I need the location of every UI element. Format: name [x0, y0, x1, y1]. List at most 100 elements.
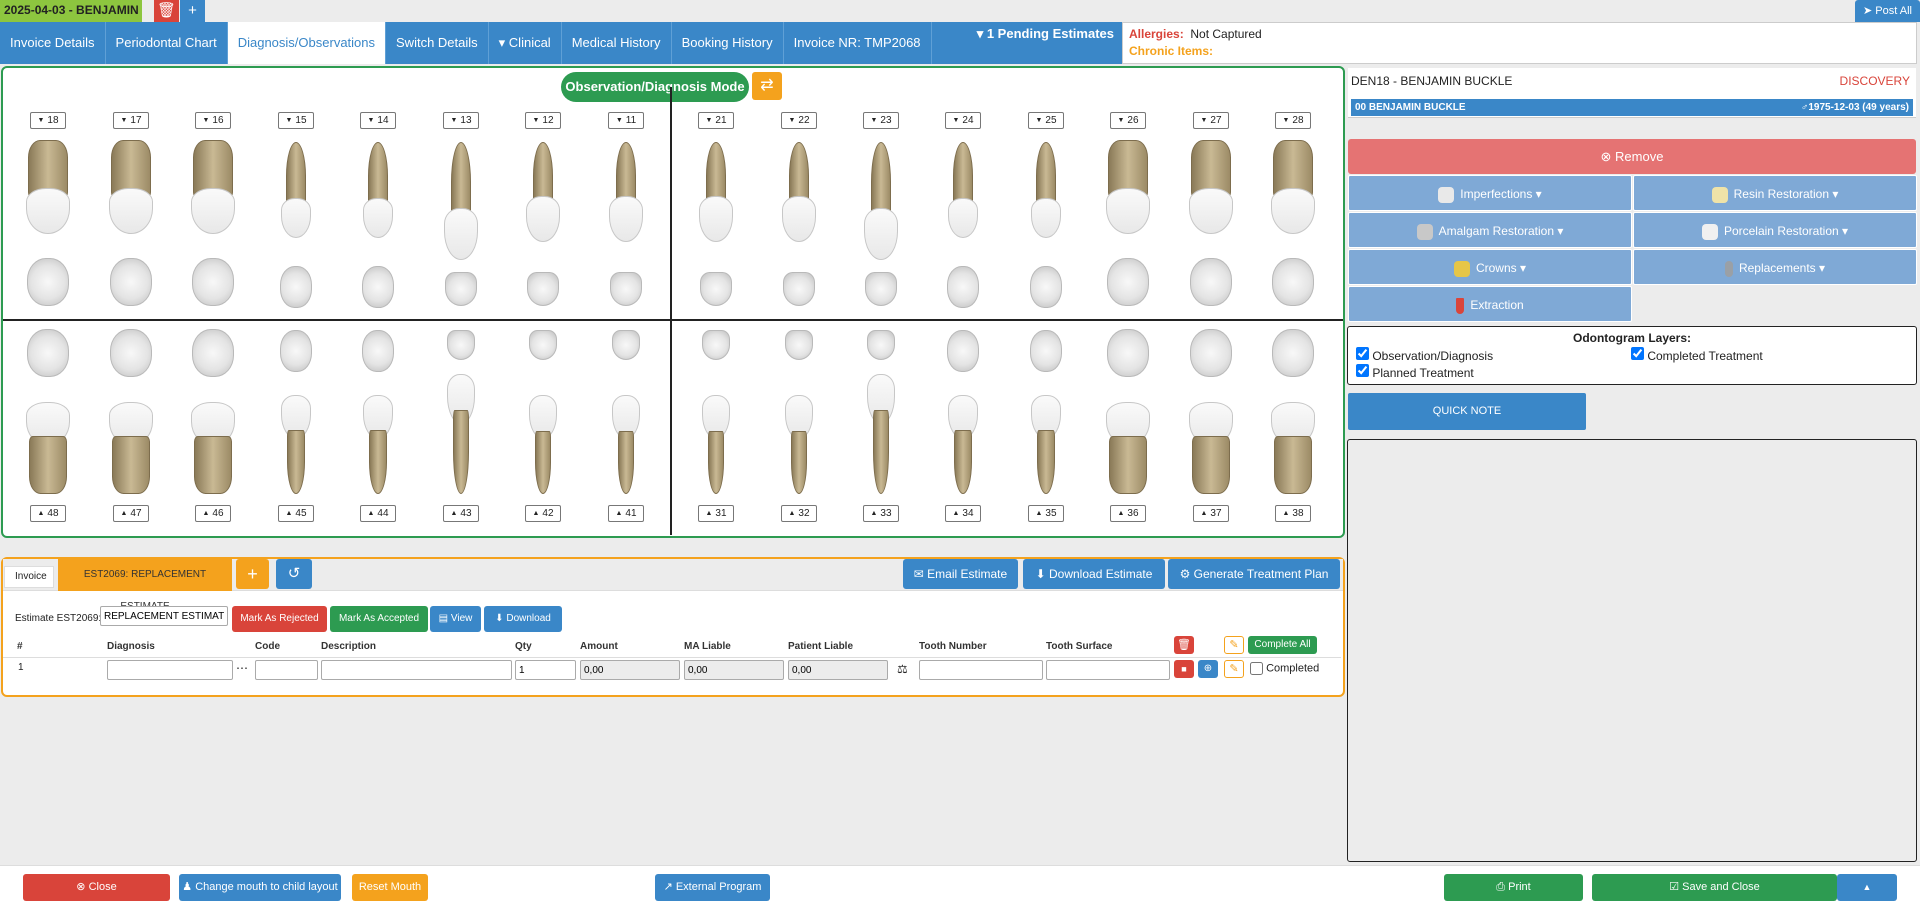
close-button[interactable]: ⊗ Close — [23, 874, 170, 901]
tooth-number-16[interactable]: ▼ 16 — [195, 112, 231, 129]
tooth-occlusal-35[interactable] — [1030, 330, 1062, 372]
tooth-occlusal-26[interactable] — [1107, 258, 1149, 306]
tooth-occlusal-44[interactable] — [362, 330, 394, 372]
tooth-number-18[interactable]: ▼ 18 — [30, 112, 66, 129]
tooth-number-42[interactable]: ▲ 42 — [525, 505, 561, 522]
tooth-occlusal-37[interactable] — [1190, 329, 1232, 377]
layer-observation-checkbox[interactable] — [1356, 347, 1369, 360]
tooth-occlusal-28[interactable] — [1272, 258, 1314, 306]
tooth-number-26[interactable]: ▼ 26 — [1110, 112, 1146, 129]
tooth-number-38[interactable]: ▲ 38 — [1275, 505, 1311, 522]
mark-rejected-button[interactable]: Mark As Rejected — [232, 606, 327, 632]
tooth-occlusal-43[interactable] — [447, 330, 475, 360]
tooth-occlusal-31[interactable] — [702, 330, 730, 360]
tooth-number-45[interactable]: ▲ 45 — [278, 505, 314, 522]
tooth-occlusal-25[interactable] — [1030, 266, 1062, 308]
qty-input[interactable] — [515, 660, 576, 680]
tab-booking-history[interactable]: Booking History — [672, 22, 784, 64]
tooth-number-37[interactable]: ▲ 37 — [1193, 505, 1229, 522]
patient-session-tag[interactable]: 2025-04-03 - BENJAMIN — [0, 0, 142, 22]
save-options-button[interactable]: ▲ — [1837, 874, 1897, 901]
tab-diagnosis-observations[interactable]: Diagnosis/Observations — [227, 22, 387, 64]
crowns-button[interactable]: Crowns ▾ — [1348, 249, 1632, 285]
layer-planned-checkbox[interactable] — [1356, 364, 1369, 377]
tooth-number-46[interactable]: ▲ 46 — [195, 505, 231, 522]
imperfections-button[interactable]: Imperfections ▾ — [1348, 175, 1632, 211]
notes-area[interactable] — [1347, 439, 1917, 862]
code-input[interactable] — [255, 660, 318, 680]
tooth-occlusal-13[interactable] — [445, 272, 477, 306]
tooth-number-22[interactable]: ▼ 22 — [781, 112, 817, 129]
tooth-occlusal-47[interactable] — [110, 329, 152, 377]
description-input[interactable] — [321, 660, 512, 680]
history-button[interactable]: ↺ — [276, 559, 312, 589]
tooth-number-17[interactable]: ▼ 17 — [113, 112, 149, 129]
edit-row-button[interactable]: ✎ — [1224, 660, 1244, 678]
tooth-number-47[interactable]: ▲ 47 — [113, 505, 149, 522]
add-estimate-button[interactable]: + — [236, 559, 269, 589]
tooth-occlusal-16[interactable] — [192, 258, 234, 306]
tab-invoice-number[interactable]: Invoice NR: TMP2068 — [784, 22, 932, 64]
tooth-occlusal-34[interactable] — [947, 330, 979, 372]
tooth-occlusal-46[interactable] — [192, 329, 234, 377]
tooth-number-24[interactable]: ▼ 24 — [945, 112, 981, 129]
amalgam-restoration-button[interactable]: Amalgam Restoration ▾ — [1348, 212, 1632, 248]
tooth-occlusal-23[interactable] — [865, 272, 897, 306]
add-session-button[interactable]: + — [180, 0, 205, 22]
tooth-occlusal-41[interactable] — [612, 330, 640, 360]
tooth-number-36[interactable]: ▲ 36 — [1110, 505, 1146, 522]
tooth-number-input[interactable] — [919, 660, 1043, 680]
tooth-number-25[interactable]: ▼ 25 — [1028, 112, 1064, 129]
print-button[interactable]: ⎙ Print — [1444, 874, 1583, 901]
tooth-occlusal-33[interactable] — [867, 330, 895, 360]
delete-session-button[interactable]: 🗑 — [154, 0, 179, 22]
tooth-number-43[interactable]: ▲ 43 — [443, 505, 479, 522]
pending-estimates[interactable]: ▾ 1 Pending Estimates — [977, 26, 1114, 42]
edit-all-button[interactable]: ✎ — [1224, 636, 1244, 654]
generate-treatment-plan-button[interactable]: ⚙ Generate Treatment Plan — [1168, 559, 1340, 589]
tooth-occlusal-32[interactable] — [785, 330, 813, 360]
mark-accepted-button[interactable]: Mark As Accepted — [330, 606, 428, 632]
tooth-occlusal-11[interactable] — [610, 272, 642, 306]
resin-restoration-button[interactable]: Resin Restoration ▾ — [1633, 175, 1917, 211]
balance-scale-icon[interactable]: ⚖ — [897, 662, 908, 676]
tooth-occlusal-21[interactable] — [700, 272, 732, 306]
porcelain-restoration-button[interactable]: Porcelain Restoration ▾ — [1633, 212, 1917, 248]
tooth-number-32[interactable]: ▲ 32 — [781, 505, 817, 522]
tooth-number-31[interactable]: ▲ 31 — [698, 505, 734, 522]
tooth-occlusal-15[interactable] — [280, 266, 312, 308]
complete-all-button[interactable]: Complete All — [1248, 636, 1317, 654]
layer-planned[interactable]: Planned Treatment — [1356, 364, 1474, 380]
tooth-occlusal-12[interactable] — [527, 272, 559, 306]
extraction-button[interactable]: Extraction — [1348, 286, 1632, 322]
post-all-button[interactable]: ➤ Post All — [1855, 0, 1920, 22]
delete-row-button[interactable]: ■ — [1174, 660, 1194, 678]
tab-medical-history[interactable]: Medical History — [562, 22, 672, 64]
layer-completed-checkbox[interactable] — [1631, 347, 1644, 360]
tooth-number-14[interactable]: ▼ 14 — [360, 112, 396, 129]
tooth-number-12[interactable]: ▼ 12 — [525, 112, 561, 129]
diagnosis-input[interactable] — [107, 660, 233, 680]
tooth-occlusal-27[interactable] — [1190, 258, 1232, 306]
tooth-occlusal-36[interactable] — [1107, 329, 1149, 377]
tooth-number-33[interactable]: ▲ 33 — [863, 505, 899, 522]
download-button[interactable]: ⬇ Download — [484, 606, 562, 632]
tooth-surface-input[interactable] — [1046, 660, 1170, 680]
view-button[interactable]: ▤ View — [430, 606, 481, 632]
quick-note-button[interactable]: QUICK NOTE — [1348, 393, 1586, 430]
replacements-button[interactable]: Replacements ▾ — [1633, 249, 1917, 285]
email-estimate-button[interactable]: ✉ Email Estimate — [903, 559, 1018, 589]
reset-mouth-button[interactable]: Reset Mouth — [352, 874, 428, 901]
tooth-number-13[interactable]: ▼ 13 — [443, 112, 479, 129]
tooth-occlusal-48[interactable] — [27, 329, 69, 377]
tooth-occlusal-17[interactable] — [110, 258, 152, 306]
remove-button[interactable]: ⊗ Remove — [1348, 139, 1916, 174]
tab-clinical[interactable]: ▾ Clinical — [489, 22, 562, 64]
tooth-number-34[interactable]: ▲ 34 — [945, 505, 981, 522]
tooth-occlusal-42[interactable] — [529, 330, 557, 360]
add-row-button[interactable]: ⊕ — [1198, 660, 1218, 678]
download-estimate-button[interactable]: ⬇ Download Estimate — [1023, 559, 1165, 589]
estimate-name-input[interactable] — [100, 606, 228, 626]
tooth-number-41[interactable]: ▲ 41 — [608, 505, 644, 522]
delete-all-button[interactable]: 🗑 — [1174, 636, 1194, 654]
